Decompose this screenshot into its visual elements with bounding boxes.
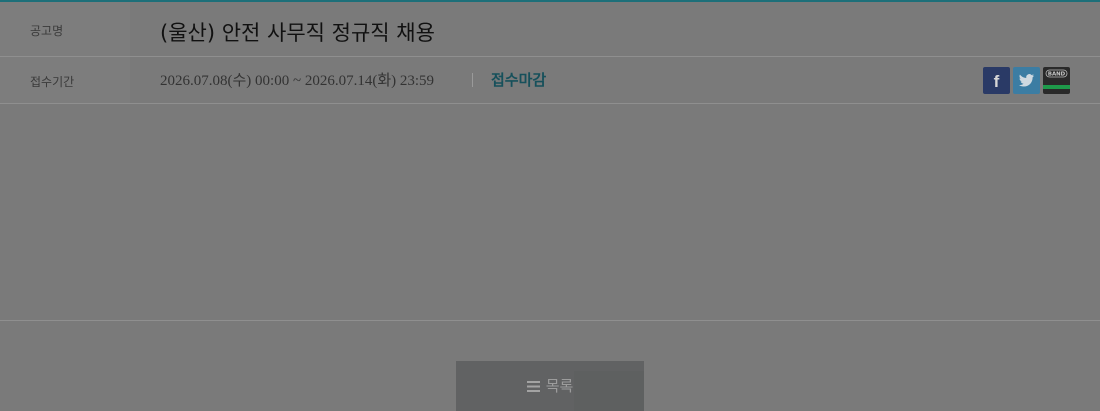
status-badge: 접수마감	[491, 71, 547, 89]
application-period: 2026.07.08(수) 00:00 ~ 2026.07.14(화) 23:5…	[160, 73, 435, 89]
label-cell: 접수기간	[0, 57, 130, 103]
section-divider	[0, 320, 1100, 321]
period-label: 접수기간	[30, 75, 75, 89]
twitter-share-button[interactable]	[1013, 67, 1040, 94]
band-share-button[interactable]: BAND	[1043, 67, 1070, 94]
notice-title-row: 공고명 (울산) 안전 사무직 정규직 채용	[0, 2, 1100, 57]
list-button-label: 목록	[545, 377, 574, 395]
divider	[472, 73, 473, 87]
list-button[interactable]: 목록	[456, 361, 644, 411]
facebook-share-button[interactable]: f	[983, 67, 1010, 94]
title-label: 공고명	[30, 24, 64, 38]
notice-title: (울산) 안전 사무직 정규직 채용	[160, 21, 435, 45]
band-icon: BAND	[1043, 69, 1070, 89]
button-shade	[574, 371, 644, 411]
menu-icon	[526, 381, 540, 392]
notice-period-row: 접수기간 2026.07.08(수) 00:00 ~ 2026.07.14(화)…	[0, 57, 1100, 104]
label-cell: 공고명	[0, 2, 130, 56]
svg-text:BAND: BAND	[1048, 72, 1066, 78]
twitter-icon	[1019, 74, 1034, 87]
facebook-icon: f	[994, 72, 1000, 91]
svg-text:f: f	[994, 72, 1000, 91]
